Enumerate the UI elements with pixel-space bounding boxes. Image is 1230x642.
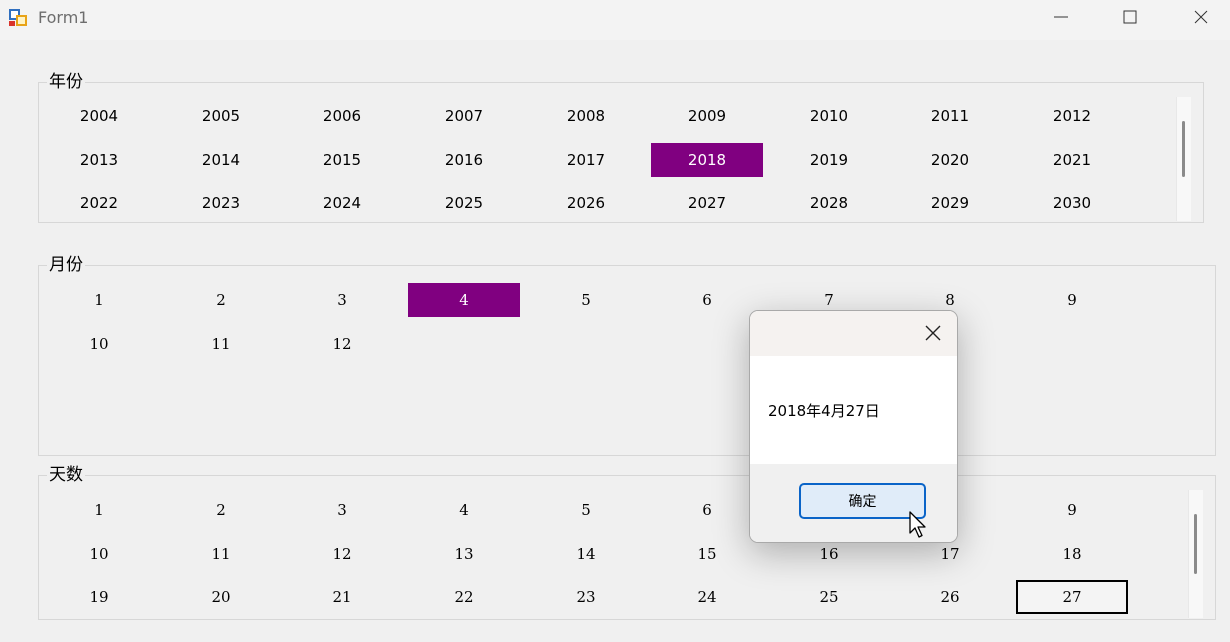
year-item[interactable]: 2022: [43, 186, 155, 220]
year-item[interactable]: 2014: [165, 143, 277, 177]
year-item[interactable]: 2009: [651, 99, 763, 133]
year-group-label: 年份: [47, 71, 85, 93]
month-item[interactable]: 10: [43, 327, 155, 361]
mouse-cursor-icon: [908, 510, 930, 544]
day-item[interactable]: 19: [43, 580, 155, 614]
title-bar: Form1: [0, 0, 1230, 40]
year-item[interactable]: 2006: [286, 99, 398, 133]
month-item[interactable]: 11: [165, 327, 277, 361]
year-item[interactable]: 2008: [530, 99, 642, 133]
year-item[interactable]: 2013: [43, 143, 155, 177]
day-item[interactable]: 26: [894, 580, 1006, 614]
dialog-title-bar: [750, 311, 957, 356]
month-item[interactable]: 5: [530, 283, 642, 317]
maximize-icon: [1123, 10, 1137, 24]
year-item[interactable]: 2029: [894, 186, 1006, 220]
day-item[interactable]: 10: [43, 537, 155, 571]
year-item[interactable]: 2015: [286, 143, 398, 177]
year-item[interactable]: 2017: [530, 143, 642, 177]
year-item[interactable]: 2004: [43, 99, 155, 133]
minimize-icon: [1054, 16, 1068, 18]
month-group-label: 月份: [47, 254, 85, 276]
year-item[interactable]: 2016: [408, 143, 520, 177]
year-item[interactable]: 2010: [773, 99, 885, 133]
day-item[interactable]: 27: [1016, 580, 1128, 614]
day-item[interactable]: 12: [286, 537, 398, 571]
day-item[interactable]: 2: [165, 493, 277, 527]
day-item[interactable]: 13: [408, 537, 520, 571]
day-item[interactable]: 1: [43, 493, 155, 527]
year-item[interactable]: 2030: [1016, 186, 1128, 220]
year-item[interactable]: 2012: [1016, 99, 1128, 133]
month-group: 月份 1 2 3 4 5 6 7 8 9 10 11 12: [38, 254, 1216, 456]
month-item[interactable]: 2: [165, 283, 277, 317]
day-item[interactable]: 24: [651, 580, 763, 614]
minimize-button[interactable]: [1036, 0, 1086, 34]
year-item[interactable]: 2027: [651, 186, 763, 220]
day-item[interactable]: 22: [408, 580, 520, 614]
app-icon: [8, 7, 28, 27]
day-item[interactable]: 11: [165, 537, 277, 571]
day-item[interactable]: 9: [1016, 493, 1128, 527]
day-item[interactable]: 3: [286, 493, 398, 527]
day-group: 天数 1234567891011121314151617181920212223…: [38, 464, 1216, 620]
day-item[interactable]: 14: [530, 537, 642, 571]
day-item[interactable]: 15: [651, 537, 763, 571]
close-icon: [1194, 10, 1208, 24]
month-item[interactable]: 9: [1016, 283, 1128, 317]
day-scrollbar-thumb[interactable]: [1194, 514, 1197, 574]
year-item[interactable]: 2026: [530, 186, 642, 220]
month-item[interactable]: 4: [408, 283, 520, 317]
year-item[interactable]: 2021: [1016, 143, 1128, 177]
day-item[interactable]: 18: [1016, 537, 1128, 571]
day-item[interactable]: 23: [530, 580, 642, 614]
message-dialog: 2018年4月27日 确定: [749, 310, 958, 543]
day-item[interactable]: 21: [286, 580, 398, 614]
day-item[interactable]: 25: [773, 580, 885, 614]
dialog-message: 2018年4月27日: [768, 402, 880, 420]
year-item[interactable]: 2005: [165, 99, 277, 133]
year-item[interactable]: 2028: [773, 186, 885, 220]
year-item[interactable]: 2020: [894, 143, 1006, 177]
day-group-label: 天数: [47, 464, 85, 486]
dialog-close-button[interactable]: [917, 317, 949, 349]
close-button[interactable]: [1176, 0, 1226, 34]
month-item[interactable]: 6: [651, 283, 763, 317]
year-item[interactable]: 2023: [165, 186, 277, 220]
year-item[interactable]: 2025: [408, 186, 520, 220]
month-item[interactable]: 3: [286, 283, 398, 317]
window-title: Form1: [38, 8, 89, 27]
maximize-button[interactable]: [1105, 0, 1155, 34]
year-scrollbar[interactable]: [1176, 97, 1191, 221]
day-item[interactable]: 6: [651, 493, 763, 527]
day-item[interactable]: 20: [165, 580, 277, 614]
close-icon: [925, 325, 941, 341]
year-item[interactable]: 2018: [651, 142, 763, 177]
month-item[interactable]: 12: [286, 327, 398, 361]
day-item[interactable]: 5: [530, 493, 642, 527]
year-item[interactable]: 2007: [408, 99, 520, 133]
day-scrollbar[interactable]: [1188, 490, 1203, 618]
month-item[interactable]: 1: [43, 283, 155, 317]
year-item[interactable]: 2011: [894, 99, 1006, 133]
year-item[interactable]: 2024: [286, 186, 398, 220]
year-item[interactable]: 2019: [773, 143, 885, 177]
day-item[interactable]: 4: [408, 493, 520, 527]
year-group: 年份 2004 2005 2006 2007 2008 2009 2010 2011 2012 2…: [38, 71, 1204, 223]
ok-button[interactable]: 确定: [799, 483, 926, 519]
year-scrollbar-thumb[interactable]: [1182, 121, 1185, 177]
